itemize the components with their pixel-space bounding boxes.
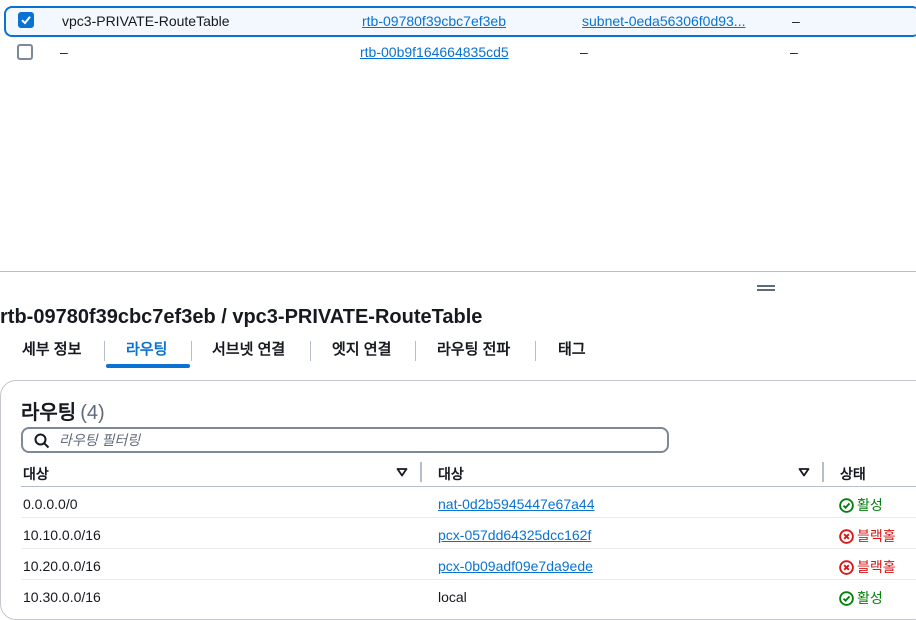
route-table-name: vpc3-PRIVATE-RouteTable [62,13,230,29]
tab-separator [535,341,536,361]
route-status: 활성 [839,495,883,515]
x-circle-icon [839,529,854,544]
routes-heading-text: 라우팅 [21,402,77,424]
split-panel-divider [0,271,916,272]
route-target-link[interactable]: pcx-057dd64325dcc162f [438,527,591,543]
route-target-link[interactable]: pcx-0b09adf09e7da9ede [438,558,593,574]
route-table-id-link[interactable]: rtb-09780f39cbc7ef3eb [362,13,506,29]
tab-route-propagation[interactable]: 라우팅 전파 [437,338,510,359]
active-tab-indicator [106,364,190,368]
tab-details[interactable]: 세부 정보 [22,338,81,359]
column-header-status[interactable]: 상태 [840,464,866,484]
route-table-extra: – [792,13,800,29]
tab-edge-associations[interactable]: 엣지 연결 [332,338,391,359]
detail-title: rtb-09780f39cbc7ef3eb / vpc3-PRIVATE-Rou… [0,306,483,328]
caret-down-icon[interactable] [396,466,408,478]
routes-heading: 라우팅 (4) [21,396,105,425]
tab-subnet-associations[interactable]: 서브넷 연결 [212,338,285,359]
route-status-text: 활성 [857,497,883,513]
routes-count: (4) [80,402,105,424]
column-resizer[interactable] [420,462,422,482]
route-table-row[interactable]: vpc3-PRIVATE-RouteTable rtb-09780f39cbc7… [4,6,916,37]
route-row: 10.30.0.0/16 local 활성 [21,580,916,611]
tab-tags[interactable]: 태그 [558,338,586,359]
route-table-name: – [60,44,68,60]
route-status: 블랙홀 [839,526,896,546]
route-status: 활성 [839,588,883,608]
route-target-link[interactable]: nat-0d2b5945447e67a44 [438,496,595,512]
route-destination: 10.30.0.0/16 [23,589,101,605]
route-destination: 10.10.0.0/16 [23,527,101,543]
caret-down-icon[interactable] [798,466,810,478]
route-status-text: 활성 [857,590,883,606]
x-circle-icon [839,560,854,575]
check-circle-icon [839,498,854,513]
tab-separator [415,341,416,361]
route-table-id-link[interactable]: rtb-00b9f164664835cd5 [360,44,509,60]
route-table-row[interactable]: – rtb-00b9f164664835cd5 – – [0,37,916,68]
route-status-text: 블랙홀 [857,559,896,575]
column-header-target[interactable]: 대상 [438,464,464,484]
route-destination: 0.0.0.0/0 [23,496,78,512]
route-row: 10.20.0.0/16 pcx-0b09adf09e7da9ede 블랙홀 [21,549,916,580]
check-icon [21,16,31,25]
detail-tabs: 세부 정보 라우팅 서브넷 연결 엣지 연결 라우팅 전파 태그 [0,338,916,368]
tab-separator [191,341,192,361]
subnet-value: – [580,44,588,60]
route-status-text: 블랙홀 [857,528,896,544]
route-filter[interactable] [21,427,669,453]
route-target: local [438,589,467,605]
route-status: 블랙홀 [839,557,896,577]
route-row: 0.0.0.0/0 nat-0d2b5945447e67a44 활성 [21,487,916,518]
check-circle-icon [839,591,854,606]
route-filter-input[interactable] [59,431,649,449]
tab-routes[interactable]: 라우팅 [126,338,167,359]
column-header-destination[interactable]: 대상 [23,464,49,484]
route-table-extra: – [790,44,798,60]
subnet-link[interactable]: subnet-0eda56306f0d93... [582,13,745,29]
tab-separator [104,341,105,361]
drag-handle-icon[interactable] [757,285,775,291]
row-checkbox[interactable] [17,44,33,60]
row-checkbox-checked[interactable] [18,12,34,28]
search-icon [34,433,50,449]
tab-separator [310,341,311,361]
route-destination: 10.20.0.0/16 [23,558,101,574]
route-row: 10.10.0.0/16 pcx-057dd64325dcc162f 블랙홀 [21,518,916,549]
column-resizer[interactable] [822,462,824,482]
